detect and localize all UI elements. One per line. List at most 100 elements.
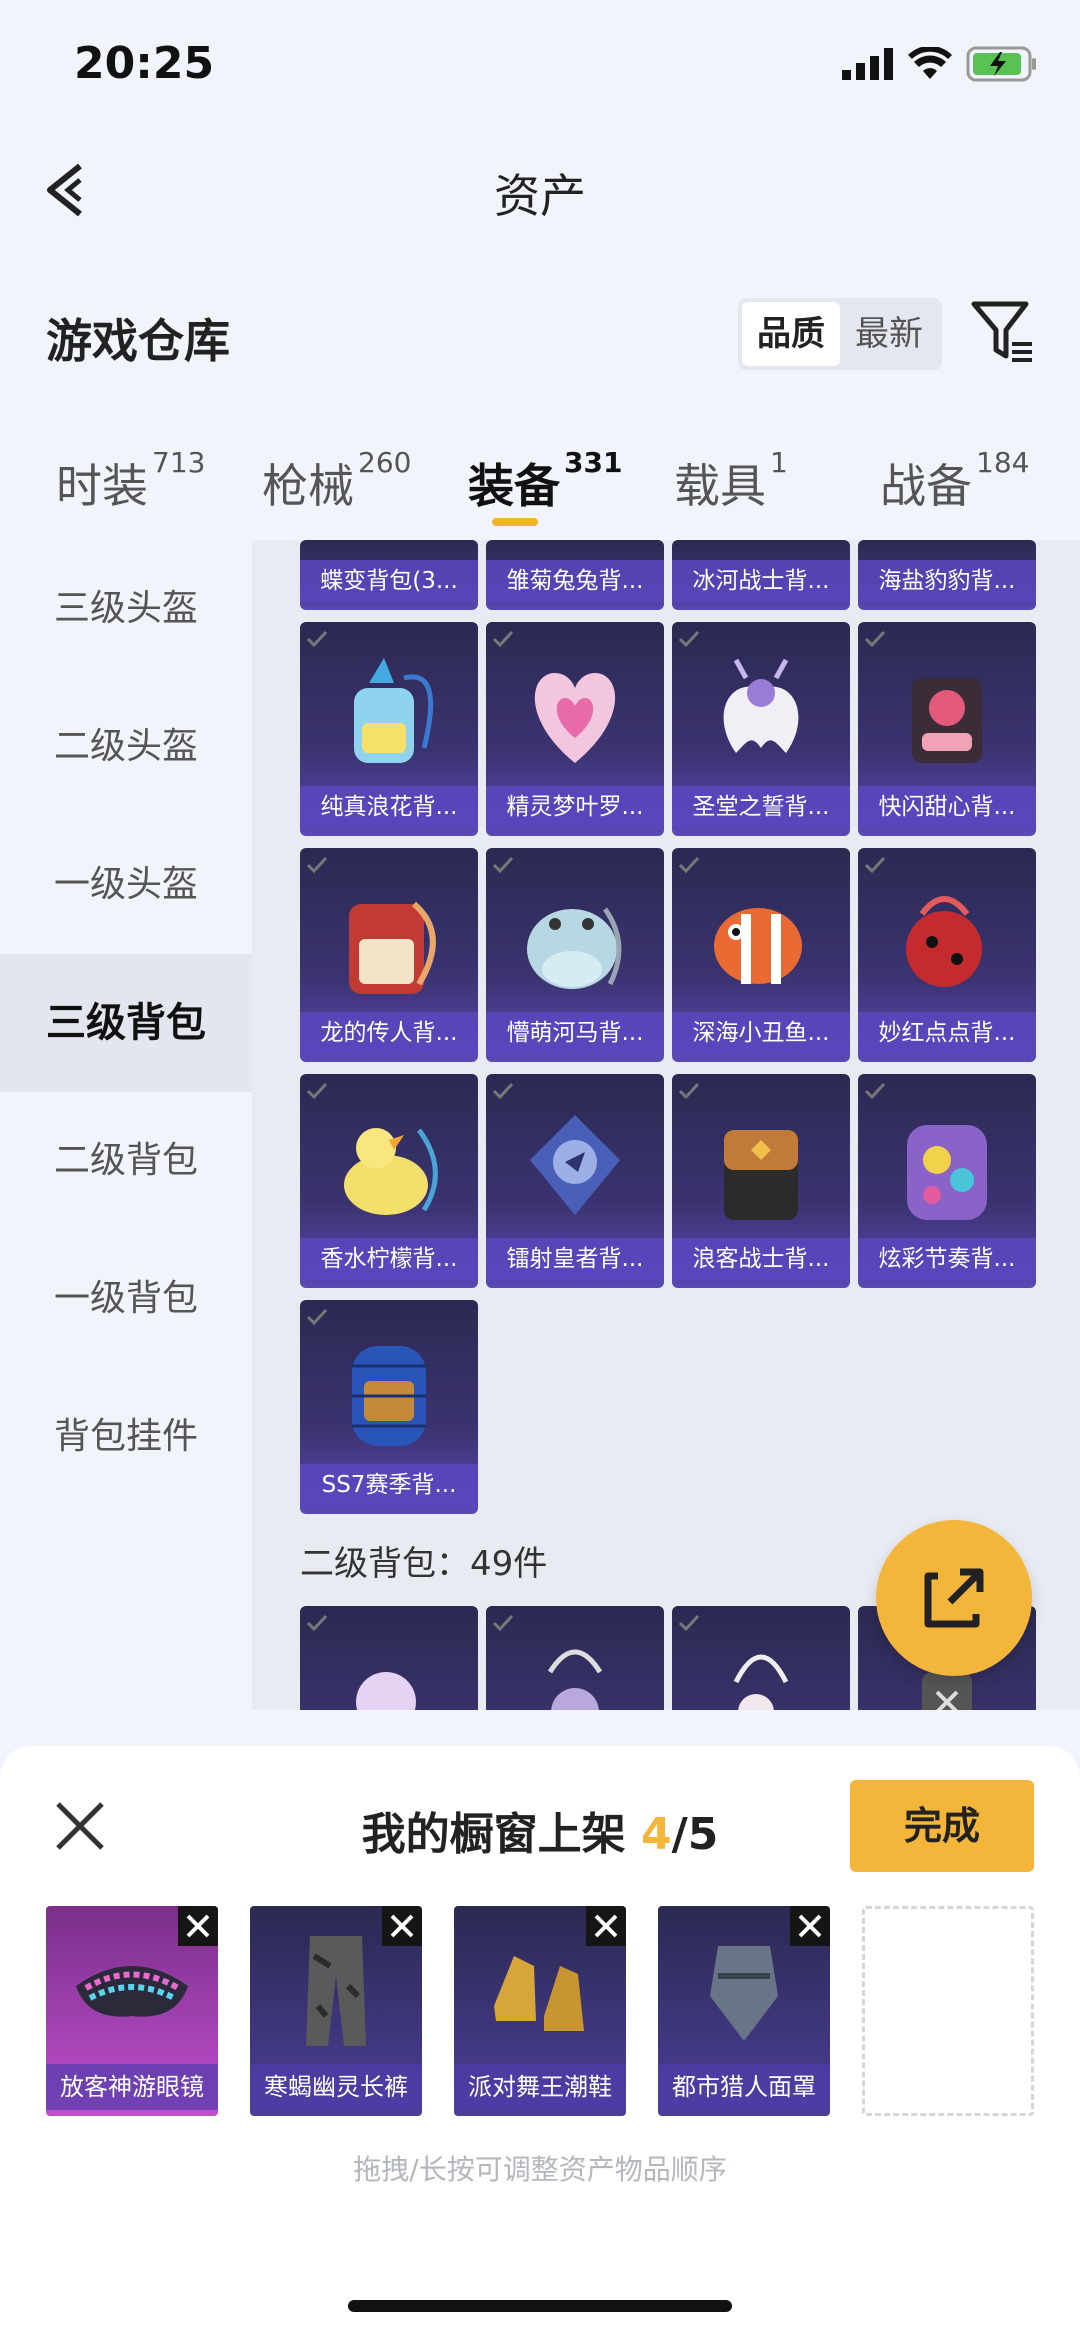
check-icon (306, 1082, 328, 1100)
backpack-icon (714, 908, 802, 984)
item-card[interactable]: 蝶变背包(3... (300, 540, 478, 610)
status-icons (842, 44, 1038, 84)
item-label: 炫彩节奏背... (858, 1238, 1036, 1280)
slot-label: 寒蝎幽灵长裤 (250, 2064, 422, 2110)
backpack-icon (352, 1346, 426, 1446)
sidebar-item-helmet-1[interactable]: 一级头盔 (0, 816, 252, 954)
check-icon (306, 856, 328, 874)
backpack-icon (530, 1115, 620, 1215)
remove-icon[interactable] (382, 1906, 422, 1946)
check-icon (678, 1082, 700, 1100)
backpack-icon (344, 1128, 438, 1215)
check-icon (492, 856, 514, 874)
tab-vehicles[interactable]: 载具 1 (674, 446, 788, 516)
share-button[interactable] (876, 1520, 1032, 1676)
item-label: 深海小丑鱼... (672, 1012, 850, 1054)
check-icon (678, 856, 700, 874)
backpack-icon (527, 907, 622, 989)
item-label: 蝶变背包(3... (300, 560, 478, 602)
item-card[interactable]: 深海小丑鱼... (672, 848, 850, 1062)
item-label: SS7赛季背... (300, 1464, 478, 1506)
item-label: 精灵梦叶罗... (486, 786, 664, 828)
remove-icon[interactable] (178, 1906, 218, 1946)
item-card[interactable]: 镭射皇者背... (486, 1074, 664, 1288)
battery-icon (966, 46, 1036, 82)
slot-label: 派对舞王潮鞋 (454, 2064, 626, 2110)
tab-fashion[interactable]: 时装 713 (56, 446, 205, 516)
done-button[interactable]: 完成 (850, 1780, 1034, 1872)
reorder-hint: 拖拽/长按可调整资产物品顺序 (353, 2153, 727, 2186)
item-card[interactable]: 圣堂之誓背... (672, 622, 850, 836)
check-icon (306, 1308, 328, 1326)
item-card[interactable]: 香水柠檬背... (300, 1074, 478, 1288)
tab-equipment[interactable]: 装备 331 (468, 446, 622, 516)
check-icon (306, 1614, 328, 1632)
item-label: 雏菊兔兔背... (486, 560, 664, 602)
item-label: 浪客战士背... (672, 1238, 850, 1280)
remove-icon[interactable] (586, 1906, 626, 1946)
category-tabs: 时装 713 枪械 260 装备 331 载具 1 战备 184 (0, 430, 1080, 540)
item-label: 香水柠檬背... (300, 1238, 478, 1280)
item-label: 快闪甜心背... (858, 786, 1036, 828)
check-icon (492, 1614, 514, 1632)
item-card[interactable]: 精灵梦叶罗... (486, 622, 664, 836)
check-icon (492, 1082, 514, 1100)
status-time: 20:25 (74, 38, 215, 89)
sidebar-item-backpack-1[interactable]: 一级背包 (0, 1230, 252, 1368)
check-icon (864, 1082, 886, 1100)
wifi-icon (908, 47, 952, 79)
section-title: 游戏仓库 (46, 314, 230, 368)
check-icon (864, 630, 886, 648)
sidebar-item-backpack-pendant[interactable]: 背包挂件 (0, 1368, 252, 1506)
sidebar-item-helmet-2[interactable]: 二级头盔 (0, 678, 252, 816)
backpack-icon (906, 896, 982, 987)
item-card[interactable]: 懵萌河马背... (486, 848, 664, 1062)
page-title: 资产 (494, 169, 586, 223)
item-label: 海盐豹豹背... (858, 560, 1036, 602)
sort-quality-button[interactable]: 品质 (742, 302, 840, 366)
backpack-icon (534, 673, 616, 763)
showcase-slot[interactable]: 寒蝎幽灵长裤 (250, 1906, 422, 2116)
backpack-icon (724, 1130, 798, 1220)
showcase-slot[interactable]: 放客神游眼镜 (46, 1906, 218, 2116)
item-label: 懵萌河马背... (486, 1012, 664, 1054)
showcase-slot-empty[interactable] (862, 1906, 1034, 2116)
active-tab-indicator (492, 518, 538, 526)
item-card[interactable]: 浪客战士背... (672, 1074, 850, 1288)
backpack-icon (354, 658, 434, 763)
sidebar-item-helmet-3[interactable]: 三级头盔 (0, 540, 252, 678)
filter-icon[interactable] (970, 300, 1034, 364)
item-card[interactable] (672, 1606, 850, 1710)
signal-icon (842, 48, 893, 80)
item-label: 妙红点点背... (858, 1012, 1036, 1054)
slot-label: 放客神游眼镜 (46, 2064, 218, 2110)
sidebar-item-backpack-3[interactable]: 三级背包 (0, 954, 252, 1092)
showcase-slot[interactable]: 都市猎人面罩 (658, 1906, 830, 2116)
item-card[interactable]: 纯真浪花背... (300, 622, 478, 836)
item-card[interactable] (486, 1606, 664, 1710)
showcase-slot[interactable]: 派对舞王潮鞋 (454, 1906, 626, 2116)
check-icon (678, 1614, 700, 1632)
item-card[interactable]: 炫彩节奏背... (858, 1074, 1036, 1288)
item-card[interactable]: 妙红点点背... (858, 848, 1036, 1062)
sort-newest-button[interactable]: 最新 (840, 302, 938, 366)
sidebar: 三级头盔 二级头盔 一级头盔 三级背包 二级背包 一级背包 背包挂件 (0, 540, 252, 1710)
item-label: 镭射皇者背... (486, 1238, 664, 1280)
item-card[interactable]: 龙的传人背... (300, 848, 478, 1062)
item-label: 圣堂之誓背... (672, 786, 850, 828)
item-card[interactable]: 快闪甜心背... (858, 622, 1036, 836)
home-indicator (348, 2300, 732, 2312)
item-card[interactable]: 海盐豹豹背... (858, 540, 1036, 610)
check-icon (492, 630, 514, 648)
section-count-label: 二级背包：49件 (300, 1544, 548, 1584)
sort-toggle: 品质 最新 (738, 298, 942, 370)
tab-supplies[interactable]: 战备 184 (880, 446, 1029, 516)
tab-weapons[interactable]: 枪械 260 (262, 446, 411, 516)
item-card[interactable]: 雏菊兔兔背... (486, 540, 664, 610)
sidebar-item-backpack-2[interactable]: 二级背包 (0, 1092, 252, 1230)
item-label: 龙的传人背... (300, 1012, 478, 1054)
item-card[interactable]: 冰河战士背... (672, 540, 850, 610)
item-card[interactable] (300, 1606, 478, 1710)
item-card[interactable]: SS7赛季背... (300, 1300, 478, 1514)
remove-icon[interactable] (790, 1906, 830, 1946)
